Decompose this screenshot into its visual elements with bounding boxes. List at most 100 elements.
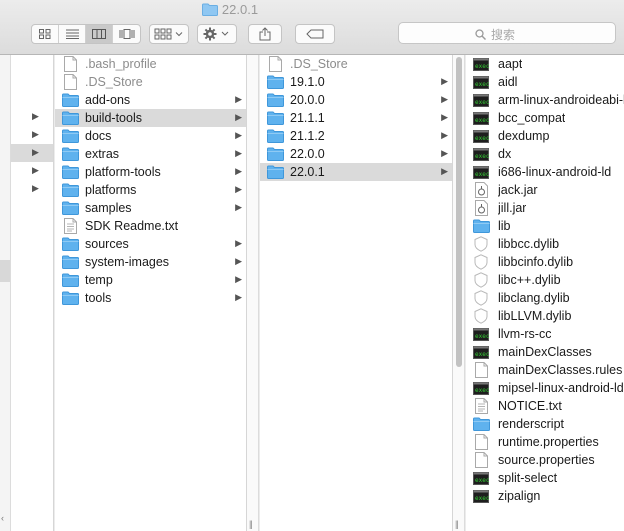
svg-text:exec: exec [475, 63, 489, 70]
file-row[interactable]: platforms ▶ [55, 181, 246, 199]
file-row[interactable]: NOTICE.txt [466, 397, 624, 415]
disclosure-arrow-icon: ▶ [32, 183, 39, 193]
sidebar-scroll-knob[interactable] [0, 260, 10, 282]
icon-view-button[interactable] [32, 25, 59, 43]
file-row[interactable]: runtime.properties [466, 433, 624, 451]
file-row[interactable]: mainDexClasses.rules [466, 361, 624, 379]
file-row[interactable]: exec mainDexClasses [466, 343, 624, 361]
file-row[interactable]: libclang.dylib [466, 289, 624, 307]
file-row[interactable]: libLLVM.dylib [466, 307, 624, 325]
column-divider-1[interactable]: || [247, 55, 259, 531]
file-row[interactable]: lib [466, 217, 624, 235]
jar-file-icon [472, 182, 490, 198]
svg-text:exec: exec [475, 387, 489, 394]
file-row[interactable]: ▶ [11, 108, 53, 126]
file-row[interactable]: extras ▶ [55, 145, 246, 163]
file-row[interactable]: 20.0.0 ▶ [260, 91, 452, 109]
column-view-button[interactable] [86, 25, 113, 43]
file-row[interactable]: exec i686-linux-android-ld [466, 163, 624, 181]
file-name: aidl [498, 75, 518, 89]
action-button[interactable] [197, 24, 237, 44]
file-row[interactable]: exec aidl [466, 73, 624, 91]
file-row[interactable]: sources ▶ [55, 235, 246, 253]
text-file-icon [61, 218, 79, 234]
file-row[interactable]: 21.1.2 ▶ [260, 127, 452, 145]
file-row[interactable]: exec dexdump [466, 127, 624, 145]
window-title: 22.0.1 [0, 2, 460, 20]
file-name: jill.jar [498, 201, 527, 215]
column-sdk[interactable]: .bash_profile .DS_Store add-ons ▶ build-tool… [55, 55, 247, 531]
share-button[interactable] [248, 24, 282, 44]
file-name: libLLVM.dylib [498, 309, 572, 323]
file-name: libc++.dylib [498, 273, 561, 287]
file-row[interactable]: .DS_Store [55, 73, 246, 91]
file-row[interactable]: jill.jar [466, 199, 624, 217]
file-name: .DS_Store [290, 57, 348, 71]
file-row[interactable]: ▶ [11, 144, 53, 162]
file-row[interactable]: 22.0.1 ▶ [260, 163, 452, 181]
file-row[interactable]: renderscript [466, 415, 624, 433]
file-row[interactable]: exec bcc_compat [466, 109, 624, 127]
column-resize-grip[interactable]: || [249, 519, 253, 529]
column-divider-2[interactable]: || [453, 55, 465, 531]
file-row[interactable]: 22.0.0 ▶ [260, 145, 452, 163]
file-row[interactable]: 19.1.0 ▶ [260, 73, 452, 91]
folder-icon [61, 164, 79, 180]
file-row[interactable]: temp ▶ [55, 271, 246, 289]
file-row[interactable]: exec mipsel-linux-android-ld [466, 379, 624, 397]
file-row[interactable]: exec arm-linux-androideabi-ld [466, 91, 624, 109]
file-name: jack.jar [498, 183, 538, 197]
svg-text:exec: exec [475, 333, 489, 340]
column-scrollbar[interactable] [456, 57, 462, 367]
document-icon [61, 56, 79, 72]
file-row[interactable]: add-ons ▶ [55, 91, 246, 109]
dylib-file-icon [472, 272, 490, 288]
file-row[interactable]: tools ▶ [55, 289, 246, 307]
resize-handle[interactable]: ‹ [1, 513, 4, 523]
edit-tags-button[interactable] [295, 24, 335, 44]
folder-icon [201, 3, 218, 20]
gear-icon [203, 27, 229, 41]
file-row[interactable]: samples ▶ [55, 199, 246, 217]
file-name: samples [85, 201, 132, 215]
disclosure-arrow-icon: ▶ [235, 94, 242, 104]
file-row[interactable]: libc++.dylib [466, 271, 624, 289]
file-row[interactable]: exec aapt [466, 55, 624, 73]
file-row[interactable]: exec llvm-rs-cc [466, 325, 624, 343]
file-row[interactable]: SDK Readme.txt [55, 217, 246, 235]
file-row[interactable]: libbcc.dylib [466, 235, 624, 253]
file-row[interactable]: build-tools ▶ [55, 109, 246, 127]
file-row[interactable]: .DS_Store [260, 55, 452, 73]
file-row[interactable]: system-images ▶ [55, 253, 246, 271]
file-row[interactable]: .bash_profile [55, 55, 246, 73]
terminal-exec-icon: exec [472, 128, 490, 144]
file-row[interactable]: source.properties [466, 451, 624, 469]
file-row[interactable]: exec dx [466, 145, 624, 163]
file-row[interactable]: ▶ [11, 162, 53, 180]
disclosure-arrow-icon: ▶ [235, 112, 242, 122]
column-resize-grip[interactable]: || [455, 519, 459, 529]
list-view-button[interactable] [59, 25, 86, 43]
column-parent[interactable]: ▶ ▶ ▶ ▶ ▶ [11, 55, 54, 531]
search-field[interactable]: 搜索 [398, 22, 616, 44]
file-row[interactable]: 21.1.1 ▶ [260, 109, 452, 127]
jar-file-icon [472, 200, 490, 216]
file-row[interactable]: platform-tools ▶ [55, 163, 246, 181]
file-name: mainDexClasses [498, 345, 592, 359]
file-row[interactable]: libbcinfo.dylib [466, 253, 624, 271]
file-row[interactable]: exec split-select [466, 469, 624, 487]
file-row[interactable]: jack.jar [466, 181, 624, 199]
arrange-button[interactable] [149, 24, 189, 44]
file-row[interactable]: ▶ [11, 126, 53, 144]
column-22-0-1[interactable]: exec aapt exec aidl exec arm-linux-androideab… [466, 55, 624, 531]
folder-icon [266, 92, 284, 108]
coverflow-view-button[interactable] [113, 25, 140, 43]
file-row[interactable]: exec zipalign [466, 487, 624, 505]
coverflow-view-icon [119, 29, 134, 39]
file-row[interactable]: docs ▶ [55, 127, 246, 145]
document-icon [266, 56, 284, 72]
file-row[interactable]: ▶ [11, 180, 53, 198]
view-mode-control[interactable] [31, 24, 141, 44]
file-name: build-tools [85, 111, 142, 125]
column-build-tools[interactable]: .DS_Store 19.1.0 ▶ 20.0.0 ▶ 21.1.1 ▶ 21.1.2 ▶ 22.… [260, 55, 453, 531]
